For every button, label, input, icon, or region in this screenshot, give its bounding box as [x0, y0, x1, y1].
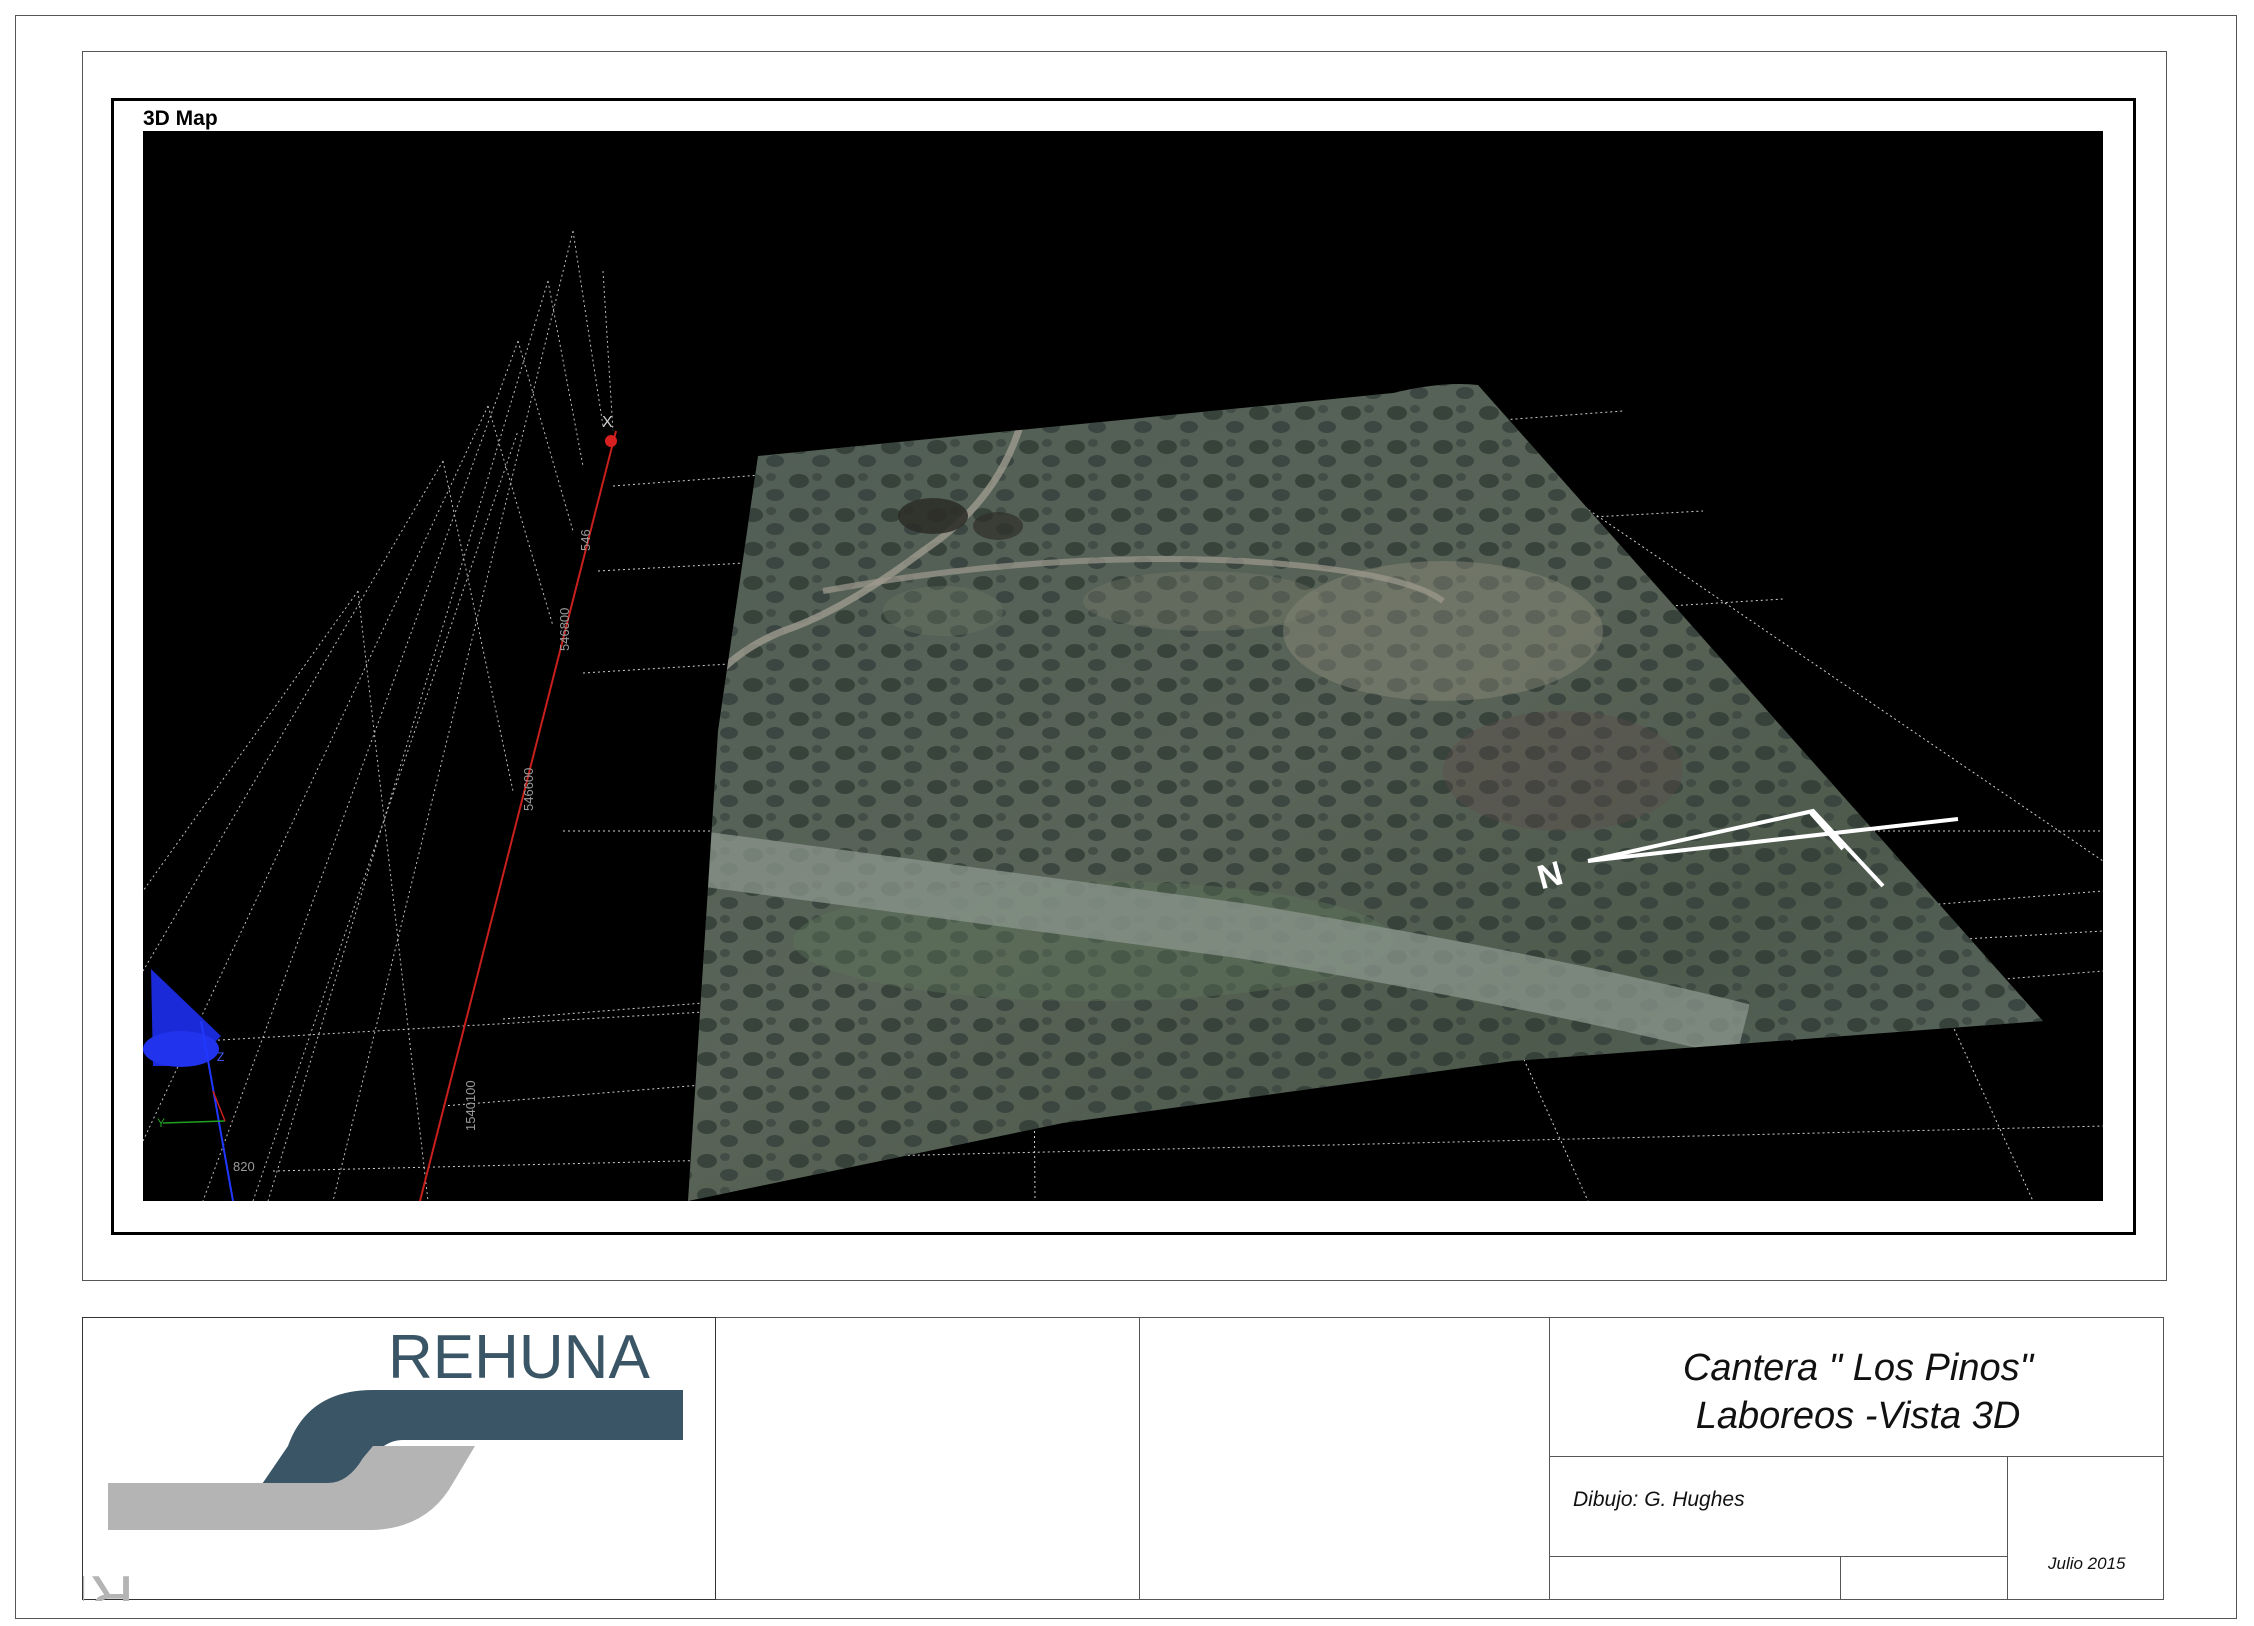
3d-map-viewport[interactable]: 546 546800 546600 1540100 820 X Z Y N	[143, 131, 2103, 1201]
titleblock-divider	[1549, 1317, 1550, 1600]
axis-tick-label: 546	[578, 529, 593, 551]
project-title: Cantera " Los Pinos" Laboreos -Vista 3D	[1552, 1344, 2164, 1440]
orientation-cone	[143, 969, 221, 1067]
axis-tick-label: 546800	[557, 608, 572, 651]
titleblock-divider	[1549, 1456, 2164, 1457]
logo-text: REHUNA	[388, 1323, 650, 1392]
x-axis-label: X	[602, 414, 613, 431]
axis-origin-marker	[605, 435, 617, 447]
titleblock-divider	[1549, 1556, 2007, 1557]
project-title-line2: Laboreos -Vista 3D	[1695, 1395, 2021, 1437]
project-title-line1: Cantera " Los Pinos"	[1682, 1347, 2034, 1389]
drawn-by: Dibujo: G. Hughes	[1573, 1488, 1745, 1511]
satellite-terrain-surface	[688, 384, 2043, 1201]
titleblock-divider	[1840, 1556, 1841, 1600]
axis-tick-label: 546600	[521, 768, 536, 811]
company-logo: REHUNA REHUNA	[0, 1317, 716, 1626]
3d-scene: 546 546800 546600 1540100 820 X Z Y N	[143, 230, 2103, 1201]
y-axis-label: Y	[157, 1116, 165, 1130]
titleblock-divider	[1139, 1317, 1140, 1600]
map-title: 3D Map	[143, 107, 218, 130]
z-axis-label: Z	[217, 1050, 224, 1064]
axis-tick-label: 1540100	[463, 1080, 478, 1131]
titleblock-divider	[2007, 1456, 2008, 1600]
axis-tick-label: 820	[233, 1159, 255, 1174]
drawing-date: Julio 2015	[2048, 1554, 2126, 1573]
logo-dark-swoosh	[258, 1390, 683, 1490]
logo-text-mirrored: REHUNA	[83, 1562, 134, 1601]
